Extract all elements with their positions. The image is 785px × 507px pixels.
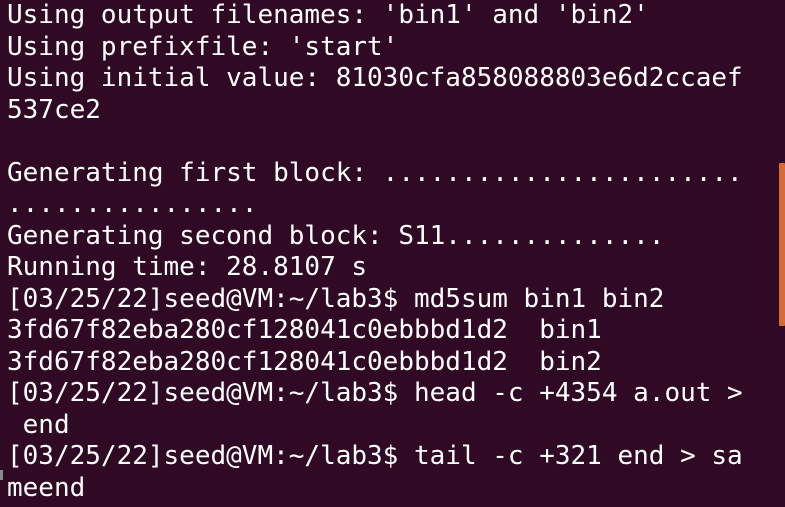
output-line: Generating first block: ................… <box>7 157 743 188</box>
command-line-continuation: end <box>7 409 70 440</box>
output-line: Running time: 28.8107 s <box>7 252 368 282</box>
scrollbar-thumb[interactable] <box>779 163 785 326</box>
output-line: Using output filenames: 'bin1' and 'bin2… <box>7 0 649 30</box>
window-edge-marker <box>0 470 3 480</box>
terminal-window[interactable]: Using output filenames: 'bin1' and 'bin2… <box>0 0 785 507</box>
output-line: Generating second block: S11............… <box>7 220 665 251</box>
command-line: [03/25/22]seed@VM:~/lab3$ head -c +4354 … <box>7 378 743 408</box>
output-line: Using prefixfile: 'start' <box>7 31 399 62</box>
command-line-continuation: meend <box>7 472 86 503</box>
output-line: 537ce2 <box>7 94 101 125</box>
output-line: 3fd67f82eba280cf128041c0ebbbd1d2 bin2 <box>7 346 602 377</box>
command-line: [03/25/22]seed@VM:~/lab3$ md5sum bin1 bi… <box>7 283 665 314</box>
output-line: Using initial value: 81030cfa858088803e6… <box>7 63 743 93</box>
output-line: ................ <box>7 189 258 219</box>
command-line: [03/25/22]seed@VM:~/lab3$ tail -c +321 e… <box>7 441 743 471</box>
output-line: 3fd67f82eba280cf128041c0ebbbd1d2 bin1 <box>7 315 602 345</box>
